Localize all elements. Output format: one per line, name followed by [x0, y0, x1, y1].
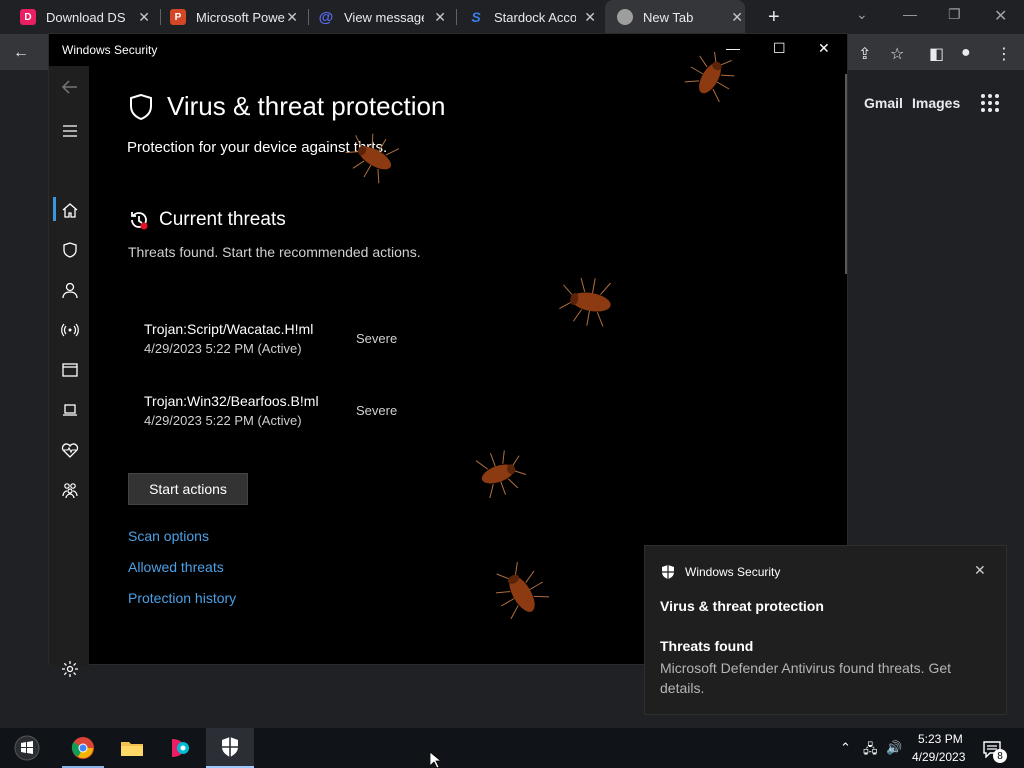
new-tab-button[interactable]: +: [768, 6, 780, 29]
start-actions-button[interactable]: Start actions: [128, 473, 248, 505]
toast-heading: Threats found: [660, 638, 754, 654]
account-icon[interactable]: [61, 281, 79, 299]
threat-date: 4/29/2023 5:22 PM (Active): [144, 341, 302, 356]
tab-divider: [308, 9, 309, 25]
close-tab-icon[interactable]: ✕: [731, 9, 743, 26]
device-health-icon[interactable]: [61, 441, 79, 459]
at-sign-icon: @: [318, 8, 334, 26]
cockroach-icon: [684, 52, 735, 103]
threat-severity: Severe: [356, 331, 398, 346]
history-clock-icon: [131, 212, 148, 230]
scan-options-link[interactable]: Scan options: [128, 528, 209, 544]
tab-stardock[interactable]: S Stardock Accou ✕: [468, 0, 596, 34]
scrollbar[interactable]: [845, 74, 847, 274]
current-threats-heading: Current threats: [159, 209, 286, 230]
chrome-icon: [617, 9, 633, 25]
maximize-button[interactable]: ☐: [773, 40, 786, 57]
cockroach-icon: [345, 133, 400, 184]
family-options-icon[interactable]: [61, 481, 79, 499]
back-arrow-icon[interactable]: ←: [13, 44, 29, 62]
tab-divider: [456, 9, 457, 25]
threat-date: 4/29/2023 5:22 PM (Active): [144, 413, 302, 428]
toast-body: Microsoft Defender Antivirus found threa…: [660, 660, 952, 696]
taskbar-clock-time[interactable]: 5:23 PM: [918, 732, 963, 746]
taskbar-clock-date[interactable]: 4/29/2023: [912, 750, 965, 764]
close-button[interactable]: ✕: [818, 40, 830, 57]
tab-divider: [160, 9, 161, 25]
windows-security-taskbar-button[interactable]: [206, 728, 254, 768]
gmail-link[interactable]: Gmail: [864, 95, 903, 111]
more-menu-icon[interactable]: ⋮: [996, 44, 1012, 64]
allowed-threats-link[interactable]: Allowed threats: [128, 559, 224, 575]
file-explorer-icon[interactable]: [120, 736, 144, 760]
windows-security-shield-icon: [662, 565, 674, 579]
toast-title: Virus & threat protection: [660, 598, 824, 614]
threat-name[interactable]: Trojan:Win32/Bearfoos.B!ml: [144, 393, 319, 409]
browser-restore-button[interactable]: ❐: [948, 6, 961, 23]
toast-app-name: Windows Security: [685, 565, 781, 579]
cockroach-icon: [495, 561, 550, 620]
tab-title: View message -: [344, 9, 424, 25]
shield-heading-icon: [130, 93, 152, 121]
tab-search-icon[interactable]: ⌄: [856, 6, 868, 23]
share-icon[interactable]: ⇪: [858, 44, 871, 64]
volume-icon[interactable]: 🔊: [886, 740, 902, 756]
close-icon[interactable]: ✕: [974, 562, 986, 579]
hamburger-menu-icon[interactable]: [61, 122, 79, 140]
app-browser-control-icon[interactable]: [61, 361, 79, 379]
current-threats-subtitle: Threats found. Start the recommended act…: [128, 244, 421, 260]
tab-title: Download DS: [46, 9, 126, 25]
notification-toast[interactable]: Windows Security ✕ Virus & threat protec…: [644, 545, 1007, 715]
tab-title: New Tab: [643, 9, 694, 25]
tab-microsoft-powerpoint[interactable]: P Microsoft Powe ✕: [170, 0, 298, 34]
page-title: Virus & threat protection: [167, 91, 446, 121]
network-icon[interactable]: 🖧: [863, 740, 878, 762]
windows-security-shield-icon: [222, 737, 238, 757]
chrome-icon[interactable]: [71, 736, 95, 760]
images-link[interactable]: Images: [912, 95, 960, 111]
device-security-icon[interactable]: [61, 401, 79, 419]
profile-icon[interactable]: ●: [961, 44, 971, 62]
mouse-cursor-icon: [430, 752, 440, 768]
firewall-network-icon[interactable]: [61, 321, 79, 339]
threat-name[interactable]: Trojan:Script/Wacatac.H!ml: [144, 321, 313, 337]
close-tab-icon[interactable]: ✕: [286, 9, 298, 26]
cockroach-icon: [475, 450, 527, 498]
close-tab-icon[interactable]: ✕: [138, 9, 150, 26]
download-ds-icon: D: [20, 9, 36, 25]
tab-new-tab[interactable]: New Tab ✕: [605, 0, 745, 34]
window-title: Windows Security: [62, 43, 158, 57]
tab-title: Stardock Accou: [494, 9, 576, 25]
threat-severity: Severe: [356, 403, 398, 418]
browser-minimize-button[interactable]: —: [903, 6, 917, 22]
selected-indicator: [53, 197, 56, 221]
home-icon[interactable]: [61, 201, 79, 219]
protection-history-link[interactable]: Protection history: [128, 590, 236, 606]
bookmark-star-icon[interactable]: ☆: [890, 44, 904, 64]
back-arrow-icon[interactable]: [61, 78, 79, 96]
shield-icon[interactable]: [61, 241, 79, 259]
close-tab-icon[interactable]: ✕: [434, 9, 446, 26]
google-apps-icon[interactable]: [981, 94, 999, 112]
show-hidden-icons-chevron[interactable]: ⌃: [840, 740, 851, 756]
powerpoint-icon: P: [170, 9, 186, 25]
tab-download-ds[interactable]: D Download DS ✕: [20, 0, 150, 34]
start-button[interactable]: [11, 735, 43, 761]
browser-tab-strip: D Download DS ✕ P Microsoft Powe ✕ @ Vie…: [0, 0, 1024, 34]
taskbar: ⌃ 🖧 🔊: [0, 728, 1024, 768]
notification-count-badge: 8: [993, 749, 1007, 763]
close-tab-icon[interactable]: ✕: [584, 9, 596, 26]
browser-close-button[interactable]: ✕: [994, 6, 1007, 26]
stardock-icon: S: [471, 9, 481, 25]
download-ds-icon[interactable]: [168, 736, 192, 760]
tab-title: Microsoft Powe: [196, 9, 285, 25]
sidebar-nav: [49, 66, 89, 677]
settings-gear-icon[interactable]: [61, 660, 79, 678]
tab-view-message[interactable]: @ View message - ✕: [318, 0, 446, 34]
cockroach-icon: [559, 277, 611, 327]
side-panel-icon[interactable]: ◧: [929, 44, 944, 64]
